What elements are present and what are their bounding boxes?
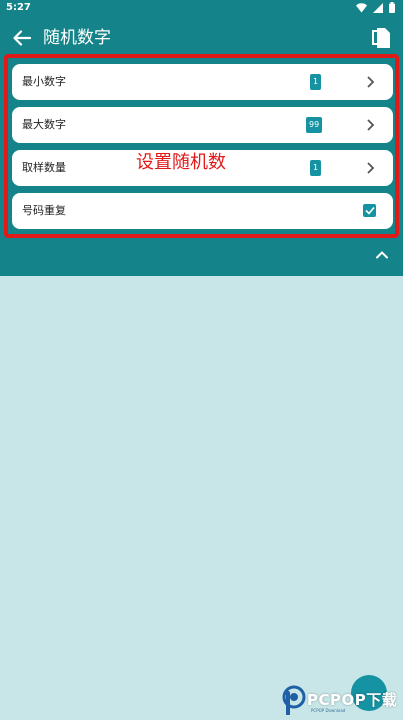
setting-row-max-number[interactable]: 最大数字 99 <box>12 107 393 143</box>
chevron-right-icon <box>367 162 375 174</box>
status-bar: 5:27 <box>0 0 403 16</box>
copy-icon <box>372 28 390 48</box>
setting-value-badge: 1 <box>310 74 322 90</box>
setting-label: 取样数量 <box>22 161 66 174</box>
check-icon <box>364 206 375 215</box>
chevron-right-icon <box>367 119 375 131</box>
setting-row-allow-repeat[interactable]: 号码重复 <box>12 193 393 229</box>
copy-button[interactable] <box>369 25 393 51</box>
back-button[interactable] <box>10 26 34 50</box>
chevron-up-icon[interactable] <box>373 246 391 264</box>
setting-value-badge: 1 <box>310 160 322 176</box>
chevron-right-icon <box>367 76 375 88</box>
watermark-logo <box>282 685 306 715</box>
setting-value-badge: 99 <box>306 117 323 133</box>
battery-icon <box>389 2 395 13</box>
setting-label: 最大数字 <box>22 118 66 131</box>
setting-label: 号码重复 <box>22 204 66 217</box>
annotation-label: 设置随机数 <box>136 152 226 173</box>
arrow-back-icon <box>13 30 31 46</box>
watermark: PCPOP下载 PCPOP Download <box>281 675 401 717</box>
setting-label: 最小数字 <box>22 75 66 88</box>
app-bar: 随机数字 <box>0 22 403 58</box>
status-time: 5:27 <box>6 2 31 13</box>
repeat-checkbox[interactable] <box>363 204 376 217</box>
signal-icon <box>373 2 383 13</box>
watermark-brand: PCPOP下载 <box>307 691 398 709</box>
setting-row-min-number[interactable]: 最小数字 1 <box>12 64 393 100</box>
page-title: 随机数字 <box>43 28 111 48</box>
watermark-sub: PCPOP Download <box>311 708 346 713</box>
status-icons <box>356 2 395 13</box>
wifi-icon <box>356 2 367 12</box>
